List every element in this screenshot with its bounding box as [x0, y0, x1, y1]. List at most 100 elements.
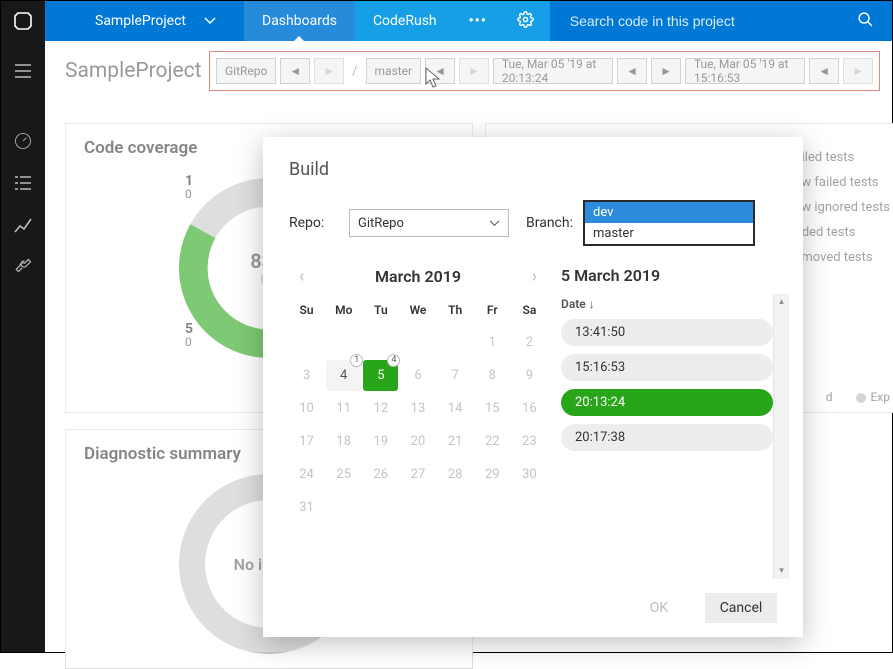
cal-day: 13	[400, 393, 435, 424]
app-logo[interactable]	[1, 1, 45, 41]
cal-day[interactable]: 41	[326, 360, 361, 391]
rail-chart-icon[interactable]	[1, 205, 45, 245]
cal-dow: Su	[289, 299, 324, 325]
cal-dow: Sa	[512, 299, 547, 325]
cal-day: 16	[512, 393, 547, 424]
chevron-down-icon	[204, 13, 216, 29]
bc-repo-prev[interactable]: ◄	[280, 58, 310, 84]
branch-option[interactable]: master	[585, 223, 753, 244]
settings-button[interactable]	[501, 1, 550, 41]
project-name: SampleProject	[95, 13, 186, 29]
cal-day: 9	[512, 360, 547, 391]
cal-day: 3	[289, 360, 324, 391]
cal-day: 28	[438, 459, 473, 490]
bc-build1-prev[interactable]: ◄	[617, 58, 647, 84]
cal-day: 31	[289, 492, 324, 523]
build-dialog: Build Repo: GitRepo Branch: devmaster ‹ …	[263, 137, 803, 637]
cal-day: 27	[400, 459, 435, 490]
cal-day	[289, 327, 324, 358]
dialog-title: Build	[289, 159, 777, 180]
cal-day	[512, 492, 547, 523]
bc-sep: /	[348, 64, 361, 79]
tests-foot-exp: Exp	[870, 390, 890, 404]
cal-day: 2	[512, 327, 547, 358]
cal-day: 20	[400, 426, 435, 457]
bc-branch[interactable]: master	[366, 58, 422, 84]
hamburger-button[interactable]	[1, 51, 45, 91]
cal-dow: Mo	[326, 299, 361, 325]
cal-day: 11	[326, 393, 361, 424]
times-sort[interactable]: Date ↓	[561, 297, 777, 311]
scroll-down-icon[interactable]: ▾	[774, 563, 789, 579]
cal-day: 24	[289, 459, 324, 490]
cal-day: 18	[326, 426, 361, 457]
cal-dow: Th	[438, 299, 473, 325]
cal-prev[interactable]: ‹	[293, 264, 310, 289]
search-input[interactable]	[568, 12, 845, 30]
project-dropdown[interactable]: SampleProject	[45, 1, 244, 41]
time-option[interactable]: 20:13:24	[561, 389, 773, 416]
cal-day: 25	[326, 459, 361, 490]
time-option[interactable]: 15:16:53	[561, 354, 773, 381]
cal-day: 14	[438, 393, 473, 424]
coverage-tag-2: 50	[185, 322, 193, 348]
search-icon	[857, 11, 874, 32]
rail-dashboard-icon[interactable]	[1, 121, 45, 161]
repo-label: Repo:	[289, 215, 339, 231]
scrollbar[interactable]: ▴ ▾	[773, 294, 789, 579]
tests-row: ew ignored tests	[795, 200, 891, 215]
calendar: SuMoTuWeThFrSa12341546789101112131415161…	[289, 299, 547, 523]
repo-value: GitRepo	[358, 216, 404, 231]
cal-month: March 2019	[375, 267, 461, 286]
bc-build1-next[interactable]: ►	[651, 58, 681, 84]
bc-build2-prev[interactable]: ◄	[809, 58, 839, 84]
time-option[interactable]: 20:17:38	[561, 424, 773, 451]
cal-day: 10	[289, 393, 324, 424]
tab-coderush[interactable]: CodeRush	[355, 1, 455, 41]
cal-day[interactable]: 54	[363, 360, 398, 391]
cal-day	[438, 327, 473, 358]
cancel-button[interactable]: Cancel	[705, 593, 777, 623]
cal-dow: Tu	[363, 299, 398, 325]
cal-day	[400, 327, 435, 358]
ok-button[interactable]: OK	[623, 593, 695, 623]
repo-combo[interactable]: GitRepo	[349, 209, 509, 237]
dot-icon	[856, 393, 866, 403]
rail-list-icon[interactable]	[1, 163, 45, 203]
bc-repo[interactable]: GitRepo	[216, 58, 276, 84]
bc-build2[interactable]: Tue, Mar 05 '19 at 15:16:53	[685, 58, 805, 84]
cal-badge: 1	[350, 354, 363, 367]
bc-build1[interactable]: Tue, Mar 05 '19 at 20:13:24	[493, 58, 613, 84]
cal-day: 6	[400, 360, 435, 391]
bc-repo-next: ►	[314, 58, 344, 84]
cal-day	[475, 492, 510, 523]
branch-label: Branch:	[519, 215, 573, 231]
bc-branch-prev[interactable]: ◄	[425, 58, 455, 84]
times-title: 5 March 2019	[561, 266, 777, 285]
page-title: SampleProject	[65, 59, 202, 83]
time-option[interactable]: 13:41:50	[561, 319, 773, 346]
tests-row: ailed tests	[795, 150, 891, 165]
cal-day: 30	[512, 459, 547, 490]
cal-day: 26	[363, 459, 398, 490]
tests-row: dded tests	[795, 225, 891, 240]
breadcrumb: GitRepo ◄ ► / master ◄ ► Tue, Mar 05 '19…	[209, 51, 880, 91]
cal-next[interactable]: ›	[526, 264, 543, 289]
more-menu[interactable]: •••	[455, 1, 501, 41]
tests-row: emoved tests	[795, 250, 891, 265]
cal-badge: 4	[387, 354, 400, 367]
bc-branch-next: ►	[459, 58, 489, 84]
scroll-up-icon[interactable]: ▴	[774, 294, 789, 310]
cal-day: 29	[475, 459, 510, 490]
chevron-down-icon	[489, 216, 500, 231]
gear-icon	[517, 11, 534, 32]
search-field[interactable]	[550, 1, 892, 41]
cal-day: 12	[363, 393, 398, 424]
cal-day: 15	[475, 393, 510, 424]
branch-combo[interactable]: devmaster	[583, 200, 755, 246]
tab-dashboards[interactable]: Dashboards	[244, 1, 355, 41]
tests-row: ew failed tests	[795, 175, 891, 190]
cal-dow: Fr	[475, 299, 510, 325]
rail-settings-icon[interactable]	[1, 247, 45, 287]
branch-option[interactable]: dev	[585, 202, 753, 223]
